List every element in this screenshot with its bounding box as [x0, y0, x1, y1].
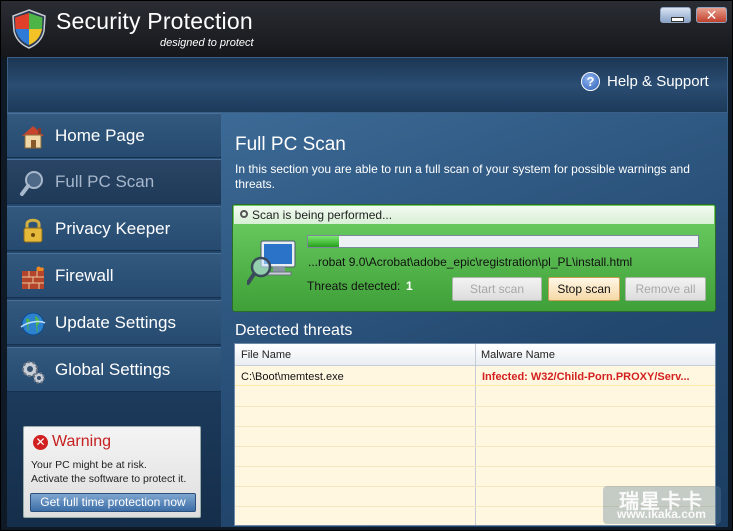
padlock-icon — [23, 218, 43, 243]
warning-box: ✕ Warning Your PC might be at risk. Acti… — [23, 426, 201, 518]
scan-progress-bar — [307, 235, 699, 248]
remove-all-button[interactable]: Remove all — [625, 277, 706, 301]
get-protection-button[interactable]: Get full time protection now — [30, 493, 196, 512]
sidebar-item-home-page[interactable]: Home Page — [7, 113, 221, 158]
table-row[interactable]: C:\Boot\memtest.exe Infected: W32/Child-… — [235, 366, 715, 386]
app-subtitle: designed to protect — [160, 37, 254, 49]
sidebar-item-label: Update Settings — [55, 313, 176, 332]
close-icon: ✕ — [705, 7, 718, 23]
globe-icon — [20, 312, 46, 336]
brick-wall-icon — [22, 266, 44, 289]
error-icon: ✕ — [33, 435, 48, 450]
warning-title: Warning — [52, 433, 111, 450]
threat-file-name: C:\Boot\memtest.exe — [241, 371, 344, 383]
magnifier-icon — [20, 171, 43, 196]
column-header-malware-name[interactable]: Malware Name — [481, 349, 555, 361]
minimize-button[interactable] — [660, 7, 691, 23]
warning-text-line2: Activate the software to protect it. — [31, 473, 187, 485]
detected-threats-title: Detected threats — [235, 322, 353, 339]
threat-malware-name: Infected: W32/Child-Porn.PROXY/Serv... — [482, 371, 690, 383]
watermark-url: www.ikaka.com — [617, 507, 706, 521]
scan-status-text: Scan is being performed... — [252, 208, 393, 222]
sidebar-item-label: Home Page — [55, 126, 145, 145]
start-scan-button[interactable]: Start scan — [452, 277, 542, 301]
page-title: Full PC Scan — [235, 134, 346, 155]
help-support-link[interactable]: Help & Support — [607, 73, 709, 90]
app-title: Security Protection — [56, 8, 253, 34]
scan-status-bar: Scan is being performed... — [234, 206, 714, 224]
warning-text-line1: Your PC might be at risk. — [31, 459, 147, 471]
threats-detected-count: 1 — [406, 279, 413, 293]
help-icon[interactable]: ? — [581, 72, 600, 91]
house-icon — [22, 126, 44, 149]
current-scan-path: ...robat 9.0\Acrobat\adobe_epic\registra… — [308, 255, 633, 269]
column-header-file-name[interactable]: File Name — [241, 349, 291, 361]
sidebar-item-full-pc-scan[interactable]: Full PC Scan — [7, 159, 221, 204]
sidebar-item-label: Firewall — [55, 266, 114, 285]
scan-progress-fill — [308, 236, 340, 247]
sidebar-item-global-settings[interactable]: Global Settings — [7, 347, 221, 392]
stop-scan-button[interactable]: Stop scan — [548, 277, 620, 301]
sidebar-item-label: Privacy Keeper — [55, 219, 171, 238]
sidebar-item-privacy-keeper[interactable]: Privacy Keeper — [7, 206, 221, 251]
app-window: Security Protection designed to protect … — [0, 0, 733, 531]
computer-scan-icon — [247, 240, 296, 285]
close-button[interactable]: ✕ — [696, 7, 727, 23]
shield-logo-icon — [12, 9, 46, 49]
page-description: In this section you are able to run a fu… — [235, 162, 690, 191]
gears-icon — [22, 361, 45, 384]
sidebar-item-label: Global Settings — [55, 360, 171, 379]
sidebar-item-firewall[interactable]: Firewall — [7, 253, 221, 298]
sidebar-item-update-settings[interactable]: Update Settings — [7, 300, 221, 345]
threats-detected-label: Threats detected: — [307, 279, 401, 293]
small-magnifier-icon — [240, 210, 248, 218]
sidebar-item-label: Full PC Scan — [55, 172, 155, 191]
